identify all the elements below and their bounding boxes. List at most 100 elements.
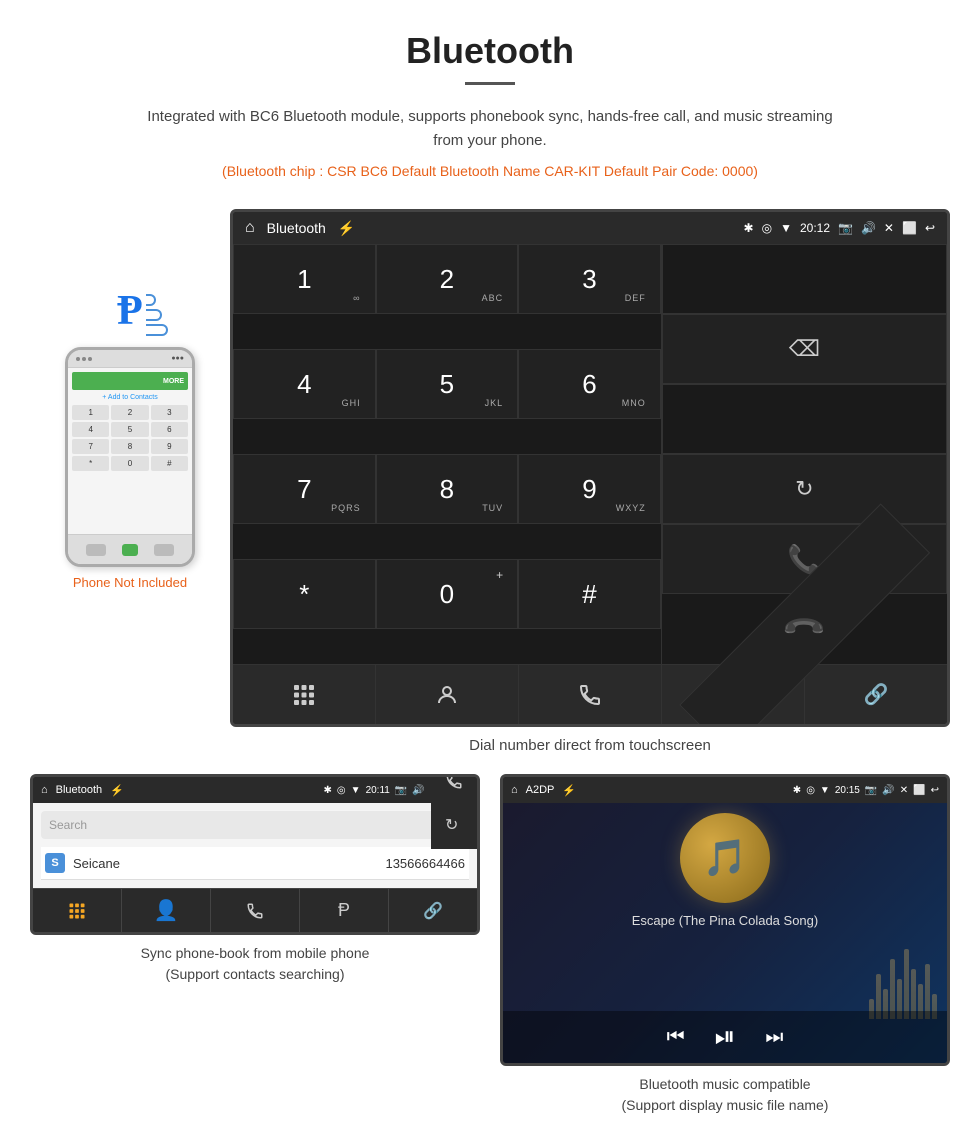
dial-num-3: 3 <box>582 264 596 295</box>
dial-sub-1: ∞ <box>353 293 360 303</box>
dial-key-3[interactable]: 3 DEF <box>518 244 661 314</box>
close-icon[interactable]: ✕ <box>884 221 894 235</box>
phone-top-bar: ●●● <box>68 350 192 368</box>
music-back[interactable]: ↩ <box>931 785 939 796</box>
main-car-screen: ⌂ Bluetooth ⚡ ✱ ◎ ▼ 20:12 📷 🔊 ✕ ⬜ ↩ <box>230 209 950 727</box>
pb-tab-phone[interactable] <box>211 889 300 932</box>
dial-sub-4: GHI <box>342 398 361 408</box>
volume-icon: 🔊 <box>861 221 876 235</box>
dial-key-0[interactable]: 0 + <box>376 559 519 629</box>
pb-tab-bt[interactable]: Ᵽ <box>300 889 389 932</box>
dial-key-1[interactable]: 1 ∞ <box>233 244 376 314</box>
contact-name: Seicane <box>73 856 385 871</box>
dial-key-star[interactable]: * <box>233 559 376 629</box>
next-button[interactable]: ⏭ <box>765 1026 783 1049</box>
phone-bottom <box>68 534 192 564</box>
pb-tab-person[interactable]: 👤 <box>122 889 211 932</box>
dial-sub-9: WXYZ <box>616 503 646 513</box>
dial-sub-3: DEF <box>625 293 646 303</box>
bt-status-icon: ✱ <box>744 221 754 235</box>
music-close[interactable]: ✕ <box>900 785 908 796</box>
camera-icon: 📷 <box>838 221 853 235</box>
back-icon[interactable]: ↩ <box>925 221 935 235</box>
bluetooth-specs: (Bluetooth chip : CSR BC6 Default Blueto… <box>20 163 960 179</box>
phone-dot <box>76 357 80 361</box>
music-controls: ⏮ ⏯ ⏭ <box>503 1011 947 1063</box>
phone-screen-content: MORE + Add to Contacts 1 2 3 4 5 6 7 8 9… <box>68 368 192 534</box>
dial-sub-2: ABC <box>482 293 504 303</box>
tab-contacts[interactable] <box>376 665 519 724</box>
music-win: ⬜ <box>913 785 925 796</box>
music-status-bar: ⌂ A2DP ⚡ ✱ ◎ ▼ 20:15 📷 🔊 ✕ ⬜ ↩ <box>503 777 947 803</box>
pb-caption-line1: Sync phone-book from mobile phone <box>141 945 370 961</box>
pb-loc-icon: ◎ <box>337 785 346 796</box>
phone-bar-label: MORE <box>163 378 184 385</box>
dial-key-6[interactable]: 6 MNO <box>518 349 661 419</box>
pb-home-icon[interactable]: ⌂ <box>41 784 48 796</box>
tab-phone[interactable] <box>519 665 662 724</box>
wave3 <box>146 324 168 336</box>
phone-not-included-label: Phone Not Included <box>73 575 187 590</box>
main-status-bar: ⌂ Bluetooth ⚡ ✱ ◎ ▼ 20:12 📷 🔊 ✕ ⬜ ↩ <box>233 212 947 244</box>
dial-num-1: 1 <box>297 264 311 295</box>
bluetooth-symbol: Ᵽ <box>117 288 143 334</box>
home-icon[interactable]: ⌂ <box>245 219 255 237</box>
music-signal: ▼ <box>820 785 830 796</box>
dialpad-keys: 1 ∞ 2 ABC 3 DEF 4 GHI <box>233 244 661 664</box>
dial-key-4[interactable]: 4 GHI <box>233 349 376 419</box>
dial-num-5: 5 <box>440 369 454 400</box>
phone-container: Ᵽ ●●● MORE <box>30 289 230 590</box>
phone-key-2: 2 <box>111 405 148 420</box>
title-divider <box>465 82 515 85</box>
pb-right-call[interactable] <box>435 774 473 805</box>
phone-key-1: 1 <box>72 405 109 420</box>
phone-green-bar: MORE <box>72 372 188 390</box>
contact-letter: S <box>45 853 65 873</box>
contact-row[interactable]: S Seicane 13566664466 <box>41 847 469 880</box>
dial-num-0: 0 <box>440 579 454 610</box>
description: Integrated with BC6 Bluetooth module, su… <box>140 105 840 153</box>
action-empty-2 <box>662 384 947 454</box>
dial-key-hash[interactable]: # <box>518 559 661 629</box>
status-right: ✱ ◎ ▼ 20:12 📷 🔊 ✕ ⬜ ↩ <box>744 221 935 235</box>
main-car-screen-container: ⌂ Bluetooth ⚡ ✱ ◎ ▼ 20:12 📷 🔊 ✕ ⬜ ↩ <box>230 209 950 774</box>
phone-key-hash: # <box>151 456 188 471</box>
pb-tab-dialpad[interactable] <box>33 889 122 932</box>
pb-caption-line2: (Support contacts searching) <box>166 966 345 982</box>
pb-usb: ⚡ <box>110 784 124 797</box>
page-title: Bluetooth <box>20 30 960 72</box>
action-refresh[interactable]: ↻ <box>662 454 947 524</box>
music-home-icon[interactable]: ⌂ <box>511 784 518 796</box>
dial-num-9: 9 <box>582 474 596 505</box>
pb-right-refresh[interactable]: ↻ <box>435 805 473 845</box>
action-backspace[interactable]: ⌫ <box>662 314 947 384</box>
music-bt-icon: ✱ <box>793 785 801 796</box>
phone-key-9: 9 <box>151 439 188 454</box>
dial-key-5[interactable]: 5 JKL <box>376 349 519 419</box>
dial-key-9[interactable]: 9 WXYZ <box>518 454 661 524</box>
dial-key-8[interactable]: 8 TUV <box>376 454 519 524</box>
dial-key-2[interactable]: 2 ABC <box>376 244 519 314</box>
page-header: Bluetooth Integrated with BC6 Bluetooth … <box>0 0 980 209</box>
phone-menu-btn <box>154 544 174 556</box>
bottom-screenshots: ⌂ Bluetooth ⚡ ✱ ◎ ▼ 20:11 📷 🔊 ✕ ⬜ ↩ <box>0 774 980 1116</box>
dial-sub-6: MNO <box>622 398 646 408</box>
prev-button[interactable]: ⏮ <box>667 1026 685 1049</box>
phone-key-star: * <box>72 456 109 471</box>
tab-dialpad[interactable] <box>233 665 376 724</box>
pb-cam: 📷 <box>395 785 407 796</box>
pb-time: 20:11 <box>366 785 390 796</box>
dial-key-7[interactable]: 7 PQRS <box>233 454 376 524</box>
dial-plus: + <box>496 568 503 582</box>
music-caption-line2: (Support display music file name) <box>622 1097 829 1113</box>
music-note-icon: 🎵 <box>703 837 748 879</box>
play-pause-button[interactable]: ⏯ <box>715 1021 736 1053</box>
music-car-screen: ⌂ A2DP ⚡ ✱ ◎ ▼ 20:15 📷 🔊 ✕ ⬜ ↩ <box>500 774 950 1066</box>
phone-contact-label: + Add to Contacts <box>72 394 188 401</box>
window-icon: ⬜ <box>902 221 917 235</box>
phonebook-content: Search 🔍 S Seicane 13566664466 <box>33 803 477 888</box>
wave1 <box>146 294 156 306</box>
music-status-left: ⌂ A2DP ⚡ <box>511 784 576 797</box>
pb-tab-link[interactable]: 🔗 <box>389 889 477 932</box>
tab-link[interactable]: 🔗 <box>805 665 947 724</box>
